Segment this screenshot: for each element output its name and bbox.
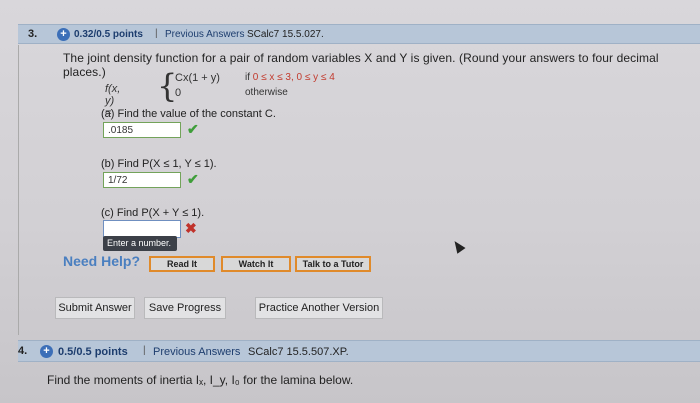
part-b-label: (b) Find P(X ≤ 1, Y ≤ 1).	[101, 158, 217, 170]
enter-number-tooltip: Enter a number.	[103, 236, 177, 251]
previous-answers-link[interactable]: Previous Answers	[165, 29, 244, 40]
incorrect-x-icon: ✖	[185, 220, 197, 236]
question-4-header: 4. + 0.5/0.5 points | Previous Answers S…	[18, 340, 700, 362]
question-3-header: 3. + 0.32/0.5 points | Previous Answers …	[18, 24, 700, 44]
question-4-intro: Find the moments of inertia Iₓ, I_y, I₀ …	[47, 373, 354, 387]
expand-plus-icon[interactable]: +	[57, 28, 70, 41]
separator: |	[143, 345, 146, 356]
expand-plus-icon[interactable]: +	[40, 345, 53, 358]
page: 3. + 0.32/0.5 points | Previous Answers …	[0, 0, 700, 403]
formula-case-1: Cx(1 + y)	[175, 72, 220, 84]
source-label: SCalc7 15.5.507.XP.	[248, 346, 349, 358]
talk-to-tutor-button[interactable]: Talk to a Tutor	[295, 256, 371, 272]
watch-it-button[interactable]: Watch It	[221, 256, 291, 272]
question-number: 3.	[28, 28, 38, 40]
formula-condition-2: otherwise	[245, 87, 288, 98]
separator: |	[155, 28, 158, 39]
submit-answer-button[interactable]: Submit Answer	[55, 297, 135, 319]
formula-condition-1: if 0 ≤ x ≤ 3, 0 ≤ y ≤ 4	[245, 72, 335, 83]
read-it-button[interactable]: Read It	[149, 256, 215, 272]
part-c-label: (c) Find P(X + Y ≤ 1).	[101, 207, 205, 219]
correct-check-icon: ✔	[187, 171, 199, 187]
correct-check-icon: ✔	[187, 121, 199, 137]
condition-prefix: if	[245, 72, 253, 83]
question-number: 4.	[18, 345, 28, 357]
source-label: SCalc7 15.5.027.	[247, 29, 324, 40]
previous-answers-link[interactable]: Previous Answers	[153, 346, 240, 358]
part-a-input[interactable]: .0185	[103, 122, 181, 138]
practice-another-version-button[interactable]: Practice Another Version	[255, 297, 383, 319]
points-label: 0.32/0.5 points	[74, 29, 143, 40]
part-a-label: (a) Find the value of the constant C.	[101, 108, 276, 120]
points-label: 0.5/0.5 points	[58, 346, 128, 358]
question-3-content: The joint density function for a pair of…	[18, 45, 700, 335]
part-b-input[interactable]: 1/72	[103, 172, 181, 188]
formula-case-2: 0	[175, 87, 182, 99]
condition-range: 0 ≤ x ≤ 3, 0 ≤ y ≤ 4	[252, 72, 335, 83]
save-progress-button[interactable]: Save Progress	[144, 297, 226, 319]
need-help-label: Need Help?	[63, 253, 141, 269]
